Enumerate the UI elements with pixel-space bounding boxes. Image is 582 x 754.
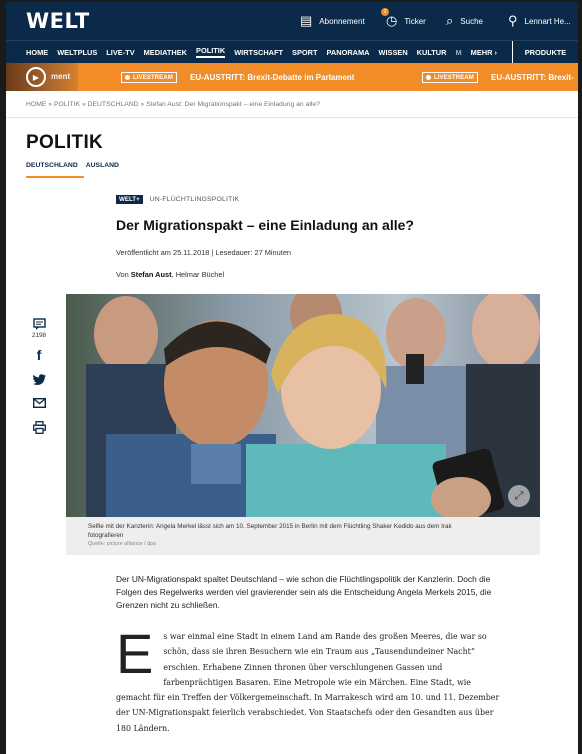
nav-item-wirtschaft[interactable]: WIRTSCHAFT xyxy=(234,48,283,57)
print-icon[interactable] xyxy=(32,418,46,436)
photo-illustration xyxy=(66,294,540,517)
divider xyxy=(6,117,578,118)
browser-page: WELT ▤ Abonnement ◷ 3 Ticker ⌕ Suche ⚲ Le… xyxy=(6,2,578,754)
subnav-underline xyxy=(26,176,84,178)
photo-caption-box: Selfie mit der Kanzlerin: Angela Merkel … xyxy=(66,517,540,555)
facebook-icon[interactable]: f xyxy=(37,346,42,364)
nav-item-truncated[interactable]: M xyxy=(456,48,462,57)
main-navigation: HOME WELTPLUS LIVE-TV MEDIATHEK POLITIK … xyxy=(6,40,578,63)
ticker-faded-text: ment xyxy=(51,72,71,81)
subnav-item-deutschland[interactable]: DEUTSCHLAND xyxy=(26,162,78,169)
nav-item-mediathek[interactable]: MEDIATHEK xyxy=(144,48,187,57)
article-headline: Der Migrationspakt – eine Einladung an a… xyxy=(116,217,414,233)
newspaper-icon: ▤ xyxy=(300,13,313,28)
search-link[interactable]: ⌕ Suche xyxy=(446,13,483,29)
ticker-link[interactable]: ◷ 3 Ticker xyxy=(381,8,426,29)
live-dot-icon xyxy=(125,75,130,80)
breadcrumb[interactable]: HOME » POLITIK » DEUTSCHLAND » Stefan Au… xyxy=(26,101,320,108)
nav-item-home[interactable]: HOME xyxy=(26,48,48,57)
nav-item-politik[interactable]: POLITIK xyxy=(196,46,226,58)
article-kicker: WELT+ UN-FLÜCHTLINGSPOLITIK xyxy=(116,195,239,204)
search-icon: ⌕ xyxy=(446,13,454,28)
welt-logo[interactable]: WELT xyxy=(26,9,90,33)
livestream-badge: LIVESTREAM xyxy=(121,72,177,83)
photo-credit: Quelle: picture alliance / dpa xyxy=(88,541,157,547)
author-link[interactable]: Stefan Aust xyxy=(131,270,172,279)
drop-cap: E xyxy=(116,622,154,685)
livestream-badge: LIVESTREAM xyxy=(422,72,478,83)
subnav-item-ausland[interactable]: AUSLAND xyxy=(86,162,119,169)
ticker-count-badge: 3 xyxy=(381,8,389,16)
article-lead: Der UN-Migrationspakt spaltet Deutschlan… xyxy=(116,574,492,610)
clock-icon: ◷ 3 xyxy=(381,8,397,29)
topic-label[interactable]: UN-FLÜCHTLINGSPOLITIK xyxy=(150,196,240,203)
nav-item-panorama[interactable]: PANORAMA xyxy=(327,48,370,57)
ticker-headline[interactable]: EU-AUSTRITT: Brexit- xyxy=(491,73,574,82)
article-meta: Veröffentlicht am 25.11.2018 | Lesedauer… xyxy=(116,248,292,257)
mail-icon[interactable] xyxy=(32,394,46,412)
article-authors: Von Stefan Aust, Helmar Büchel xyxy=(116,270,225,279)
user-menu[interactable]: ⚲ Lennart He... xyxy=(508,13,571,29)
nav-item-weltplus[interactable]: WELTPLUS xyxy=(57,48,97,57)
weltplus-badge: WELT+ xyxy=(116,195,143,204)
nav-item-mehr[interactable]: MEHR › xyxy=(471,48,497,57)
share-bar: 2198 f xyxy=(30,315,48,442)
live-ticker-bar: ▶ ment LIVESTREAM EU-AUSTRITT: Brexit-De… xyxy=(6,63,578,91)
photo-caption: Selfie mit der Kanzlerin: Angela Merkel … xyxy=(88,523,452,539)
user-icon: ⚲ xyxy=(508,13,518,28)
ticker-headline[interactable]: EU-AUSTRITT: Brexit-Debatte im Parlament xyxy=(190,73,354,82)
nav-item-sport[interactable]: SPORT xyxy=(292,48,317,57)
section-subnav: DEUTSCHLAND AUSLAND xyxy=(26,162,127,169)
expand-icon[interactable]: ⤢ xyxy=(508,485,530,507)
play-icon[interactable]: ▶ xyxy=(26,67,46,87)
products-button[interactable]: PRODUKTE xyxy=(512,41,578,63)
nav-item-live-tv[interactable]: LIVE-TV xyxy=(106,48,134,57)
article-body: E s war einmal eine Stadt in einem Land … xyxy=(116,622,500,736)
section-title[interactable]: POLITIK xyxy=(26,132,103,154)
article-photo[interactable]: ⤢ xyxy=(66,294,540,517)
article-body-text: s war einmal eine Stadt in einem Land am… xyxy=(116,632,500,733)
subscription-link[interactable]: ▤ Abonnement xyxy=(300,13,365,29)
nav-item-kultur[interactable]: KULTUR xyxy=(417,48,447,57)
twitter-icon[interactable] xyxy=(32,370,46,388)
site-header: WELT ▤ Abonnement ◷ 3 Ticker ⌕ Suche ⚲ Le… xyxy=(6,2,578,40)
nav-item-wissen[interactable]: WISSEN xyxy=(379,48,408,57)
comment-icon[interactable] xyxy=(32,315,46,333)
live-dot-icon xyxy=(426,75,431,80)
comment-count[interactable]: 2198 xyxy=(32,332,46,339)
